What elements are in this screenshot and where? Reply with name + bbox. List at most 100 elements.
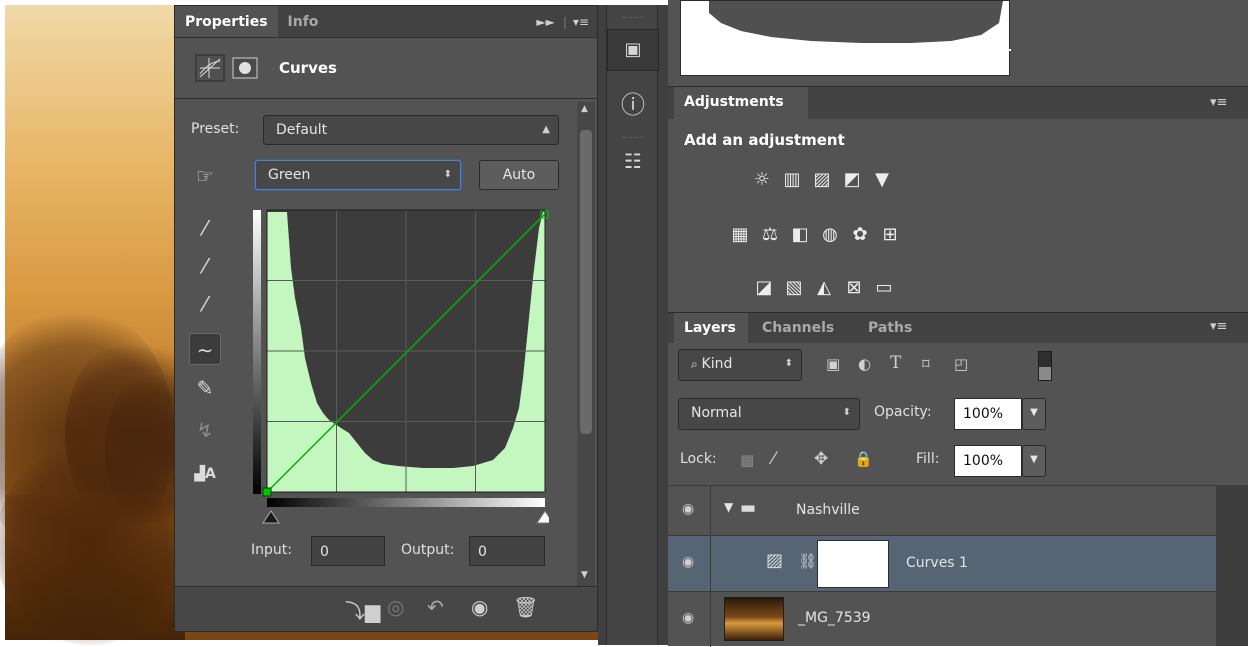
panel-menu-icon[interactable]: ▾≡: [1210, 95, 1227, 110]
vibrance-icon[interactable]: ▼: [870, 167, 894, 191]
visibility-eye-icon[interactable]: ◉: [471, 595, 488, 619]
kind-value: Kind: [701, 356, 733, 372]
color-balance-icon[interactable]: ⚖: [758, 222, 782, 246]
right-dock: Adjustments ▾≡ Add an adjustment ☼ ▥ ▨ ◩…: [668, 0, 1248, 647]
curves-graph[interactable]: [253, 208, 554, 538]
clipping-warning-icon[interactable]: ▟A: [189, 458, 221, 490]
lock-transparent-icon[interactable]: ▩: [740, 451, 754, 469]
opacity-label: Opacity:: [874, 404, 932, 420]
white-slider[interactable]: [536, 510, 554, 524]
lock-image-brush-icon[interactable]: ⁄: [772, 449, 775, 469]
reset-icon[interactable]: ↶: [427, 595, 444, 619]
color-lookup-icon[interactable]: ⊞: [878, 222, 902, 246]
channel-select[interactable]: Green ⬍: [255, 160, 461, 190]
scroll-thumb[interactable]: [580, 130, 592, 434]
tab-info[interactable]: Info: [278, 6, 329, 37]
scroll-down-arrow-icon[interactable]: ▼: [581, 570, 588, 580]
blend-mode-select[interactable]: Normal ⬍: [678, 398, 860, 430]
dock-grip[interactable]: ........: [607, 11, 659, 21]
divider: [175, 98, 599, 99]
exposure-icon[interactable]: ◩: [840, 167, 864, 191]
filter-kind-select[interactable]: ⌕ Kind ⬍: [678, 349, 802, 381]
gray-point-eyedropper-icon[interactable]: ⁄: [189, 250, 221, 282]
curves-adj-icon[interactable]: ▨: [810, 167, 834, 191]
clip-to-layer-icon[interactable]: ⤵▆: [345, 595, 380, 624]
preset-label: Preset:: [191, 121, 240, 137]
invert-icon[interactable]: ◪: [752, 275, 776, 299]
fill-dropdown-icon[interactable]: ▼: [1022, 445, 1046, 477]
preset-select[interactable]: Default ▲: [263, 115, 559, 145]
on-image-adjust-icon[interactable]: ☞: [189, 160, 221, 192]
panel-menu-icon[interactable]: ▾≡: [567, 6, 597, 37]
black-white-icon[interactable]: ◧: [788, 222, 812, 246]
layer-row-group[interactable]: ◉ ▼ ▬ Nashville: [668, 485, 1216, 536]
tab-properties[interactable]: Properties: [175, 6, 278, 37]
filter-shape-icon[interactable]: ⌑: [922, 355, 930, 373]
scrollbar[interactable]: ▲ ▼: [577, 102, 595, 586]
input-field[interactable]: 0: [311, 536, 385, 566]
info-icon[interactable]: ⓘ: [607, 85, 659, 120]
select-arrows-icon: ▲: [542, 124, 550, 135]
photo-filter-icon[interactable]: ◍: [818, 222, 842, 246]
delete-icon[interactable]: 🗑: [513, 595, 538, 619]
group-expand-arrow-icon[interactable]: ▼: [724, 500, 733, 514]
link-icon[interactable]: ⛓: [798, 552, 817, 570]
properties-dock-icon[interactable]: ▣: [607, 29, 659, 71]
threshold-icon[interactable]: ◭: [812, 275, 836, 299]
auto-button[interactable]: Auto: [479, 160, 559, 190]
filter-smart-object-icon[interactable]: ◰: [954, 355, 968, 373]
output-field[interactable]: 0: [469, 536, 545, 566]
visibility-eye-icon[interactable]: ◉: [682, 610, 694, 626]
filter-pixel-icon[interactable]: ▣: [826, 355, 840, 373]
white-point-eyedropper-icon[interactable]: ⁄: [189, 288, 221, 320]
tab-layers[interactable]: Layers: [684, 320, 736, 336]
edit-points-curve-icon[interactable]: ∼: [189, 333, 221, 365]
hue-saturation-icon[interactable]: ▦: [728, 222, 752, 246]
black-slider[interactable]: [262, 510, 280, 524]
layer-name[interactable]: Nashville: [796, 502, 860, 518]
smooth-curve-icon[interactable]: ↯: [189, 414, 221, 446]
filter-type-icon[interactable]: T: [890, 353, 901, 373]
curve-black-point[interactable]: [262, 487, 272, 497]
draw-pencil-icon[interactable]: ✎: [189, 372, 221, 404]
layers-scrollbar[interactable]: [1216, 485, 1248, 646]
levels-icon[interactable]: ▥: [780, 167, 804, 191]
scroll-up-arrow-icon[interactable]: ▲: [581, 104, 588, 114]
layer-name[interactable]: Curves 1: [906, 555, 968, 571]
visibility-eye-icon[interactable]: ◉: [682, 501, 694, 517]
filter-toggle[interactable]: [1038, 351, 1052, 381]
brightness-contrast-icon[interactable]: ☼: [750, 167, 774, 191]
view-previous-state-icon[interactable]: ◎: [387, 595, 404, 619]
lock-all-icon[interactable]: 🔒: [854, 450, 873, 468]
gradient-map-icon[interactable]: ▭: [872, 275, 896, 299]
opacity-field[interactable]: 100%: [954, 398, 1022, 430]
tab-paths[interactable]: Paths: [868, 320, 912, 336]
select-arrows-icon: ⬍: [443, 169, 452, 180]
selective-color-icon[interactable]: ⊠: [842, 275, 866, 299]
channel-mixer-icon[interactable]: ✿: [848, 222, 872, 246]
lock-position-icon[interactable]: ✥: [814, 449, 828, 469]
blend-mode-value: Normal: [691, 405, 742, 421]
fill-field[interactable]: 100%: [954, 445, 1022, 477]
layer-mask-thumbnail[interactable]: [817, 540, 889, 588]
dock-grip[interactable]: ........: [607, 131, 659, 141]
layer-row-image[interactable]: ◉ _MG_7539: [668, 591, 1216, 647]
collapse-panel-icon[interactable]: ►►: [528, 6, 562, 37]
posterize-icon[interactable]: ▧: [782, 275, 806, 299]
mask-icon[interactable]: [231, 54, 259, 82]
layer-row-curves[interactable]: ◉ ▨ ⛓ Curves 1: [668, 535, 1216, 592]
opacity-dropdown-icon[interactable]: ▼: [1022, 398, 1046, 430]
layer-name[interactable]: _MG_7539: [798, 610, 871, 626]
black-point-eyedropper-icon[interactable]: ⁄: [189, 212, 221, 244]
filter-adjustment-icon[interactable]: ◐: [858, 355, 871, 373]
tab-adjustments[interactable]: Adjustments: [684, 94, 784, 110]
panel-menu-icon[interactable]: ▾≡: [1210, 319, 1227, 334]
adjustment-title: Curves: [279, 59, 337, 77]
visibility-eye-icon[interactable]: ◉: [682, 554, 694, 570]
layers-tabbar: [668, 313, 1248, 343]
properties-tabbar: Properties Info ►► | ▾≡: [175, 6, 597, 38]
layer-thumbnail: [724, 597, 784, 641]
histogram-preview: [680, 0, 1011, 76]
tab-channels[interactable]: Channels: [762, 320, 834, 336]
layer-comps-icon[interactable]: ☷: [607, 149, 659, 173]
